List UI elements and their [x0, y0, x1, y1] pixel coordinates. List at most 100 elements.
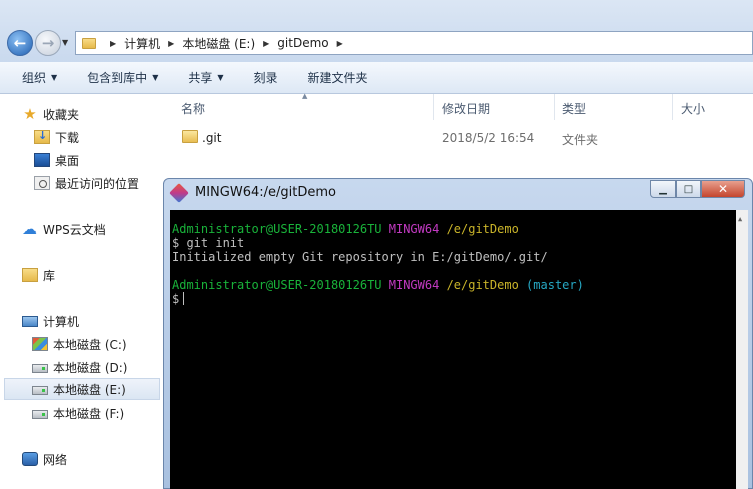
chevron-right-icon[interactable]: ▶	[110, 39, 116, 48]
sidebar-item-label: 库	[43, 268, 56, 283]
chevron-right-icon[interactable]: ▶	[168, 39, 174, 48]
prompt-user-host: Administrator@USER-20180126TU	[172, 278, 382, 292]
sort-ascending-icon: ▲	[302, 92, 308, 100]
address-bar-area: ← → ▼ ▶ 计算机 ▶ 本地磁盘 (E:) ▶ gitDemo ▶	[0, 0, 753, 62]
sidebar-item-label: 本地磁盘 (C:)	[53, 337, 127, 352]
terminal-window: MINGW64:/e/gitDemo ▁ □ ✕ Administrator@U…	[163, 178, 753, 489]
sidebar-item-label: 下载	[55, 130, 80, 145]
caret-down-icon: ▼	[217, 73, 224, 82]
sidebar-item-label: 本地磁盘 (F:)	[53, 406, 125, 421]
terminal-scrollbar[interactable]	[736, 210, 748, 489]
column-header-modified[interactable]: 修改日期	[442, 100, 490, 117]
sidebar-item-drive-f[interactable]: 本地磁盘 (F:)	[32, 402, 124, 424]
arrow-right-icon: →	[41, 34, 55, 52]
forward-button[interactable]: →	[35, 30, 61, 56]
organize-button[interactable]: 组织 ▼	[22, 69, 57, 86]
sidebar-item-computer[interactable]: 计算机	[22, 310, 79, 332]
sidebar-item-network[interactable]: 网络	[22, 448, 67, 470]
terminal-title: MINGW64:/e/gitDemo	[195, 185, 336, 200]
file-type: 文件夹	[562, 133, 599, 147]
organize-label: 组织	[22, 71, 47, 85]
sidebar-item-drive-e[interactable]: 本地磁盘 (E:)	[4, 378, 160, 400]
prompt-line: Administrator@USER-20180126TU MINGW64 /e…	[172, 278, 748, 292]
prompt-path: /e/gitDemo	[446, 222, 519, 236]
sidebar-item-label: 计算机	[43, 314, 80, 329]
sidebar-item-library[interactable]: 库	[22, 264, 55, 286]
sidebar-item-favorites[interactable]: ★ 收藏夹	[22, 103, 79, 125]
computer-icon	[22, 315, 38, 327]
arrow-left-icon: ←	[13, 34, 27, 52]
back-button[interactable]: ←	[7, 30, 33, 56]
column-divider[interactable]	[672, 94, 673, 120]
burn-label: 刻录	[253, 71, 278, 85]
folder-icon	[82, 37, 96, 49]
sidebar-item-label: 本地磁盘 (D:)	[53, 360, 128, 375]
recent-places-icon	[34, 176, 50, 190]
prompt-line: Administrator@USER-20180126TU MINGW64 /e…	[172, 222, 748, 236]
library-icon	[22, 268, 38, 282]
new-folder-button[interactable]: 新建文件夹	[308, 69, 368, 86]
sidebar-item-desktop[interactable]: 桌面	[34, 149, 79, 171]
input-line[interactable]: $	[172, 292, 748, 306]
drive-icon	[32, 410, 48, 419]
prompt-branch: (master)	[526, 278, 584, 292]
downloads-folder-icon	[34, 129, 50, 144]
desktop-icon	[34, 153, 50, 167]
chevron-right-icon[interactable]: ▶	[337, 39, 343, 48]
maximize-button[interactable]: □	[676, 180, 701, 198]
sidebar-item-label: 网络	[43, 452, 68, 467]
prompt-path: /e/gitDemo	[446, 278, 519, 292]
prompt-env: MINGW64	[388, 222, 440, 236]
close-icon: ✕	[717, 182, 729, 196]
sidebar-item-label: WPS云文档	[43, 222, 106, 237]
terminal-output[interactable]: Administrator@USER-20180126TU MINGW64 /e…	[170, 210, 748, 489]
minimize-icon: ▁	[659, 183, 667, 195]
sidebar-item-drive-c[interactable]: 本地磁盘 (C:)	[32, 333, 127, 355]
include-library-label: 包含到库中	[87, 71, 148, 85]
column-header-name[interactable]: 名称	[181, 100, 205, 117]
cloud-icon: ☁	[22, 220, 37, 238]
star-icon: ★	[23, 105, 37, 123]
maximize-icon: □	[683, 183, 694, 195]
close-button[interactable]: ✕	[701, 180, 745, 198]
sidebar-item-label: 本地磁盘 (E:)	[53, 382, 126, 397]
caret-down-icon: ▼	[152, 73, 159, 82]
column-divider[interactable]	[554, 94, 555, 120]
sidebar-item-label: 收藏夹	[43, 107, 80, 122]
command-toolbar: 组织 ▼ 包含到库中 ▼ 共享 ▼ 刻录 新建文件夹	[0, 62, 753, 94]
include-in-library-button[interactable]: 包含到库中 ▼	[87, 69, 158, 86]
navigation-pane: ★ 收藏夹 下载 桌面 最近访问的位置 ☁ WPS云文档 库 计算机 本地磁盘 …	[0, 94, 162, 489]
terminal-titlebar[interactable]: MINGW64:/e/gitDemo ▁ □ ✕	[164, 179, 752, 207]
sidebar-item-downloads[interactable]: 下载	[34, 126, 79, 148]
breadcrumb-drive-e[interactable]: 本地磁盘 (E:)	[182, 35, 255, 52]
column-header-size[interactable]: 大小	[681, 100, 705, 117]
prompt-user-host: Administrator@USER-20180126TU	[172, 222, 382, 236]
output-line: Initialized empty Git repository in E:/g…	[172, 250, 548, 264]
prompt-symbol: $	[172, 292, 180, 306]
file-modified: 2018/5/2 16:54	[442, 131, 535, 145]
column-header-type[interactable]: 类型	[562, 100, 586, 117]
recent-pages-dropdown[interactable]: ▼	[62, 38, 68, 47]
minimize-button[interactable]: ▁	[650, 180, 676, 198]
chevron-right-icon[interactable]: ▶	[263, 39, 269, 48]
sidebar-item-wps[interactable]: ☁ WPS云文档	[22, 218, 106, 240]
sidebar-item-drive-d[interactable]: 本地磁盘 (D:)	[32, 356, 127, 378]
new-folder-label: 新建文件夹	[307, 71, 368, 85]
breadcrumb-gitdemo[interactable]: gitDemo	[277, 36, 328, 50]
sidebar-item-label: 桌面	[55, 153, 80, 168]
column-divider[interactable]	[433, 94, 434, 120]
text-cursor	[183, 292, 185, 305]
drive-icon	[32, 364, 48, 373]
address-box[interactable]: ▶ 计算机 ▶ 本地磁盘 (E:) ▶ gitDemo ▶	[75, 31, 753, 55]
breadcrumb-computer[interactable]: 计算机	[124, 35, 160, 52]
file-name[interactable]: .git	[202, 131, 221, 145]
share-label: 共享	[188, 71, 213, 85]
sidebar-item-recent[interactable]: 最近访问的位置	[34, 172, 139, 194]
folder-icon	[182, 130, 198, 143]
network-icon	[22, 452, 38, 466]
share-button[interactable]: 共享 ▼	[188, 69, 223, 86]
command-line: $ git init	[172, 236, 245, 250]
git-bash-icon	[169, 183, 189, 203]
burn-button[interactable]: 刻录	[254, 69, 278, 86]
